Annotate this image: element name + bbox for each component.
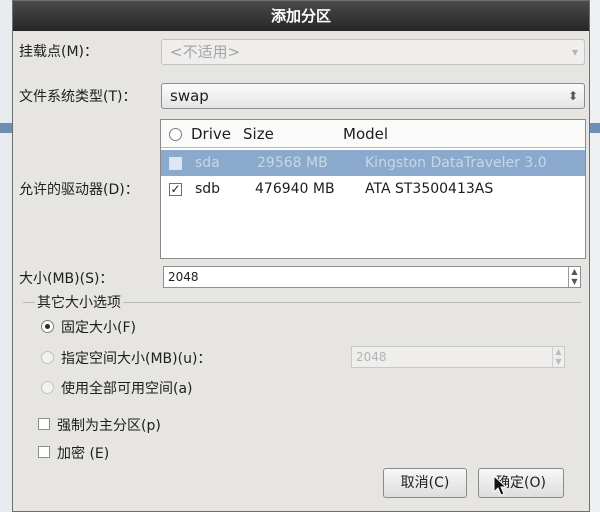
drive-name: sda: [195, 155, 220, 171]
size-label: 大小(MB)(S)：: [19, 271, 114, 287]
drive-model: Kingston DataTraveler 3.0: [365, 155, 547, 171]
mouse-pointer-icon: [493, 475, 508, 496]
drives-list[interactable]: Drive Size Model sda 29568 MB Kingston D…: [160, 119, 586, 259]
up-down-arrows-icon: ⬍: [567, 89, 578, 103]
mount-point-combo[interactable]: <不适用> ▾: [161, 39, 585, 65]
header-model[interactable]: Model: [343, 120, 388, 148]
fs-type-combo[interactable]: swap ⬍: [161, 83, 585, 109]
fill-all-radio[interactable]: [41, 381, 54, 394]
checkmark-icon: ✓: [170, 182, 181, 196]
spin-arrows-icon: ▲ ▼: [552, 347, 564, 367]
up-to-value: 2048: [356, 350, 387, 364]
dialog-title: 添加分区: [13, 1, 589, 31]
select-all-radio[interactable]: [169, 128, 182, 141]
cancel-button[interactable]: 取消(C): [383, 468, 467, 498]
drive-model: ATA ST3500413AS: [365, 181, 494, 197]
size-spinbox[interactable]: 2048 ▲ ▼: [163, 266, 581, 288]
up-to-spinbox[interactable]: 2048 ▲ ▼: [351, 346, 565, 368]
drives-label: 允许的驱动器(D)：: [19, 182, 139, 198]
ok-button[interactable]: 确定(O): [478, 468, 564, 498]
drive-size: 29568 MB: [257, 155, 328, 171]
up-to-label: 指定空间大小(MB)(u)：: [61, 351, 212, 367]
chevron-down-icon: ▾: [571, 45, 578, 59]
fs-type-value: swap: [170, 87, 209, 105]
drive-checkbox-sda[interactable]: [169, 157, 182, 170]
fs-type-label: 文件系统类型(T)：: [19, 89, 137, 105]
drives-list-header: Drive Size Model: [161, 120, 585, 148]
encrypt-checkbox[interactable]: [38, 446, 50, 458]
drive-row-sdb[interactable]: ✓ sdb 476940 MB ATA ST3500413AS: [161, 176, 585, 202]
header-drive[interactable]: Drive: [191, 120, 231, 148]
drive-name: sdb: [195, 181, 221, 197]
add-partition-dialog: 添加分区 挂载点(M)： <不适用> ▾ 文件系统类型(T)： swap ⬍ 允…: [12, 0, 590, 512]
drive-size: 476940 MB: [255, 181, 335, 197]
header-size[interactable]: Size: [243, 120, 274, 148]
size-value: 2048: [168, 270, 199, 284]
fixed-size-label: 固定大小(F): [61, 320, 136, 336]
drive-row-sda[interactable]: sda 29568 MB Kingston DataTraveler 3.0: [161, 150, 585, 176]
up-to-radio[interactable]: [41, 351, 54, 364]
drive-checkbox-sdb[interactable]: ✓: [169, 183, 182, 196]
mount-point-label: 挂载点(M)：: [19, 44, 99, 60]
force-primary-label: 强制为主分区(p): [57, 418, 161, 434]
fill-all-label: 使用全部可用空间(a): [61, 381, 193, 397]
force-primary-checkbox[interactable]: [38, 418, 50, 430]
spin-arrows-icon[interactable]: ▲ ▼: [568, 267, 580, 287]
mount-point-value: <不适用>: [170, 43, 241, 61]
fixed-size-radio[interactable]: [41, 320, 54, 333]
size-options-title: 其它大小选项: [35, 292, 123, 312]
encrypt-label: 加密 (E): [57, 446, 110, 462]
